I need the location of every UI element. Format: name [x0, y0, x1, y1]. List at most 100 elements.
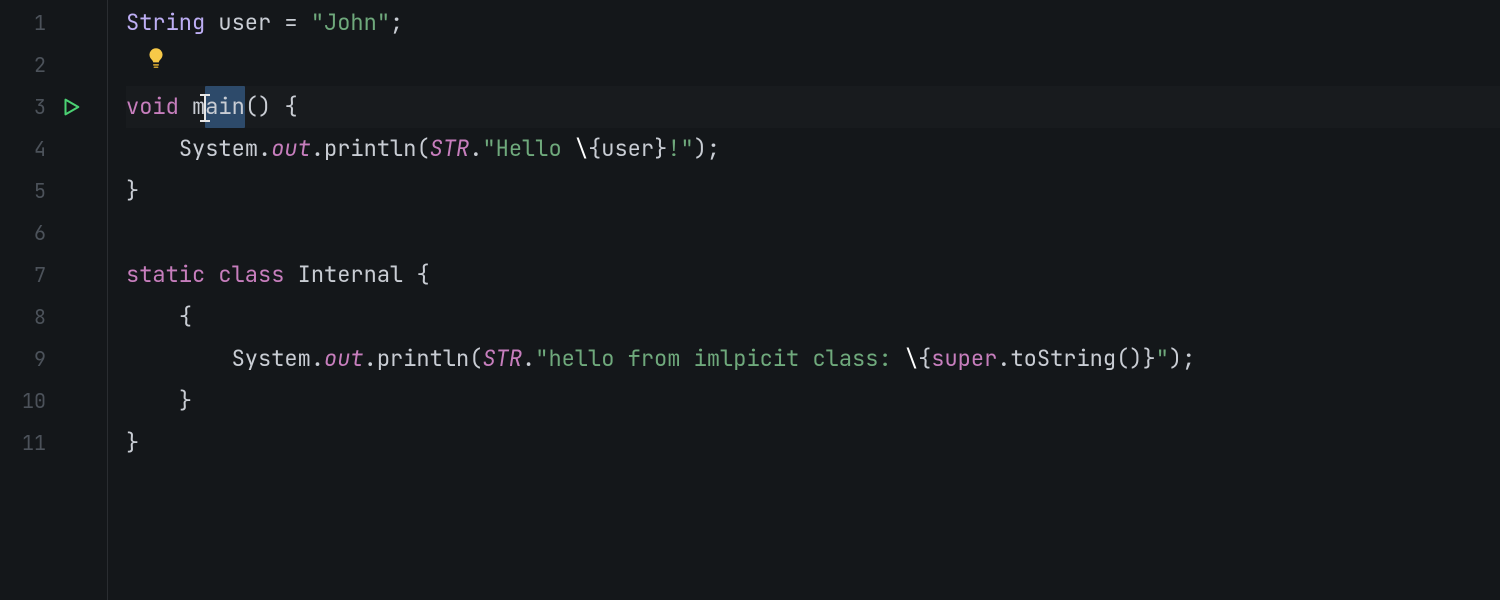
code-token [298, 2, 311, 44]
code-token: { [918, 338, 931, 380]
code-token: = [284, 2, 297, 44]
code-token [403, 254, 416, 296]
code-editor[interactable]: 1234567891011 String user = "John";void … [0, 0, 1500, 600]
code-line[interactable]: } [126, 380, 1500, 422]
code-token: } [126, 170, 139, 212]
code-line[interactable]: System.out.println(STR."Hello \{user}!")… [126, 128, 1500, 170]
code-token: } [654, 128, 667, 170]
gutter-row[interactable]: 9 [0, 338, 107, 380]
gutter-row[interactable]: 1 [0, 2, 107, 44]
line-number: 5 [0, 170, 52, 212]
code-token: toString [1010, 338, 1116, 380]
code-token: } [179, 380, 192, 422]
code-token: . [364, 338, 377, 380]
code-token: . [311, 338, 324, 380]
line-number: 6 [0, 212, 52, 254]
code-token: user [601, 128, 654, 170]
code-line[interactable]: System.out.println(STR."hello from imlpi… [126, 338, 1500, 380]
code-token: "Hello [482, 128, 574, 170]
code-token: String [126, 2, 205, 44]
line-number: 1 [0, 2, 52, 44]
gutter-row[interactable]: 7 [0, 254, 107, 296]
gutter: 1234567891011 [0, 0, 108, 600]
code-token: . [469, 128, 482, 170]
code-token: void [126, 86, 179, 128]
code-token: . [997, 338, 1010, 380]
code-line[interactable] [126, 212, 1500, 254]
code-token: System [179, 128, 258, 170]
line-number: 7 [0, 254, 52, 296]
gutter-row[interactable]: 4 [0, 128, 107, 170]
run-icon[interactable] [52, 96, 90, 118]
code-token: () [245, 86, 271, 128]
code-token: STR [430, 128, 470, 170]
gutter-row[interactable]: 10 [0, 380, 107, 422]
code-line[interactable] [126, 44, 1500, 86]
code-token: { [588, 128, 601, 170]
code-area[interactable]: String user = "John";void main() { Syste… [108, 0, 1500, 600]
line-number: 2 [0, 44, 52, 86]
code-token: "John" [311, 2, 390, 44]
code-token: . [258, 128, 271, 170]
code-token: . [522, 338, 535, 380]
indent [126, 338, 232, 380]
gutter-row[interactable]: 5 [0, 170, 107, 212]
code-line[interactable]: void main() { [126, 86, 1500, 128]
gutter-row[interactable]: 11 [0, 422, 107, 464]
code-token: println [377, 338, 469, 380]
code-token: { [284, 86, 297, 128]
code-token: user [218, 2, 271, 44]
indent [126, 128, 179, 170]
code-token [205, 2, 218, 44]
code-token: out [271, 128, 311, 170]
code-token: ( [416, 128, 429, 170]
code-token: \ [575, 128, 588, 170]
gutter-row[interactable]: 6 [0, 212, 107, 254]
code-token [205, 254, 218, 296]
gutter-row[interactable]: 3 [0, 86, 107, 128]
line-number: 3 [0, 86, 52, 128]
code-token: } [126, 422, 139, 464]
code-token: ; [1182, 338, 1195, 380]
code-token: super [931, 338, 997, 380]
code-token: ( [469, 338, 482, 380]
line-number: 8 [0, 296, 52, 338]
code-line[interactable]: } [126, 422, 1500, 464]
code-token: out [324, 338, 364, 380]
indent [126, 380, 179, 422]
code-token: { [179, 296, 192, 338]
code-token: ain [205, 86, 245, 128]
code-token: STR [482, 338, 522, 380]
code-line[interactable]: static class Internal { [126, 254, 1500, 296]
code-line[interactable]: { [126, 296, 1500, 338]
code-token: "hello from imlpicit class: [535, 338, 905, 380]
code-token: class [218, 254, 284, 296]
code-token: { [416, 254, 429, 296]
line-number: 9 [0, 338, 52, 380]
gutter-row[interactable]: 2 [0, 44, 107, 86]
code-token: " [1156, 338, 1169, 380]
code-token [271, 86, 284, 128]
code-token: ; [390, 2, 403, 44]
code-token: !" [667, 128, 693, 170]
code-line[interactable]: } [126, 170, 1500, 212]
gutter-row[interactable]: 8 [0, 296, 107, 338]
code-token: System [232, 338, 311, 380]
code-token: ) [694, 128, 707, 170]
code-token: . [311, 128, 324, 170]
code-token [179, 86, 192, 128]
code-token: () [1116, 338, 1142, 380]
indent [126, 296, 179, 338]
code-token: ) [1169, 338, 1182, 380]
line-number: 4 [0, 128, 52, 170]
line-number: 10 [0, 380, 52, 422]
code-token: \ [905, 338, 918, 380]
line-number: 11 [0, 422, 52, 464]
code-token: } [1143, 338, 1156, 380]
code-token [271, 2, 284, 44]
code-token: println [324, 128, 416, 170]
lightbulb-icon[interactable] [143, 43, 169, 69]
code-token: ; [707, 128, 720, 170]
code-token: Internal [298, 254, 404, 296]
code-line[interactable]: String user = "John"; [126, 2, 1500, 44]
